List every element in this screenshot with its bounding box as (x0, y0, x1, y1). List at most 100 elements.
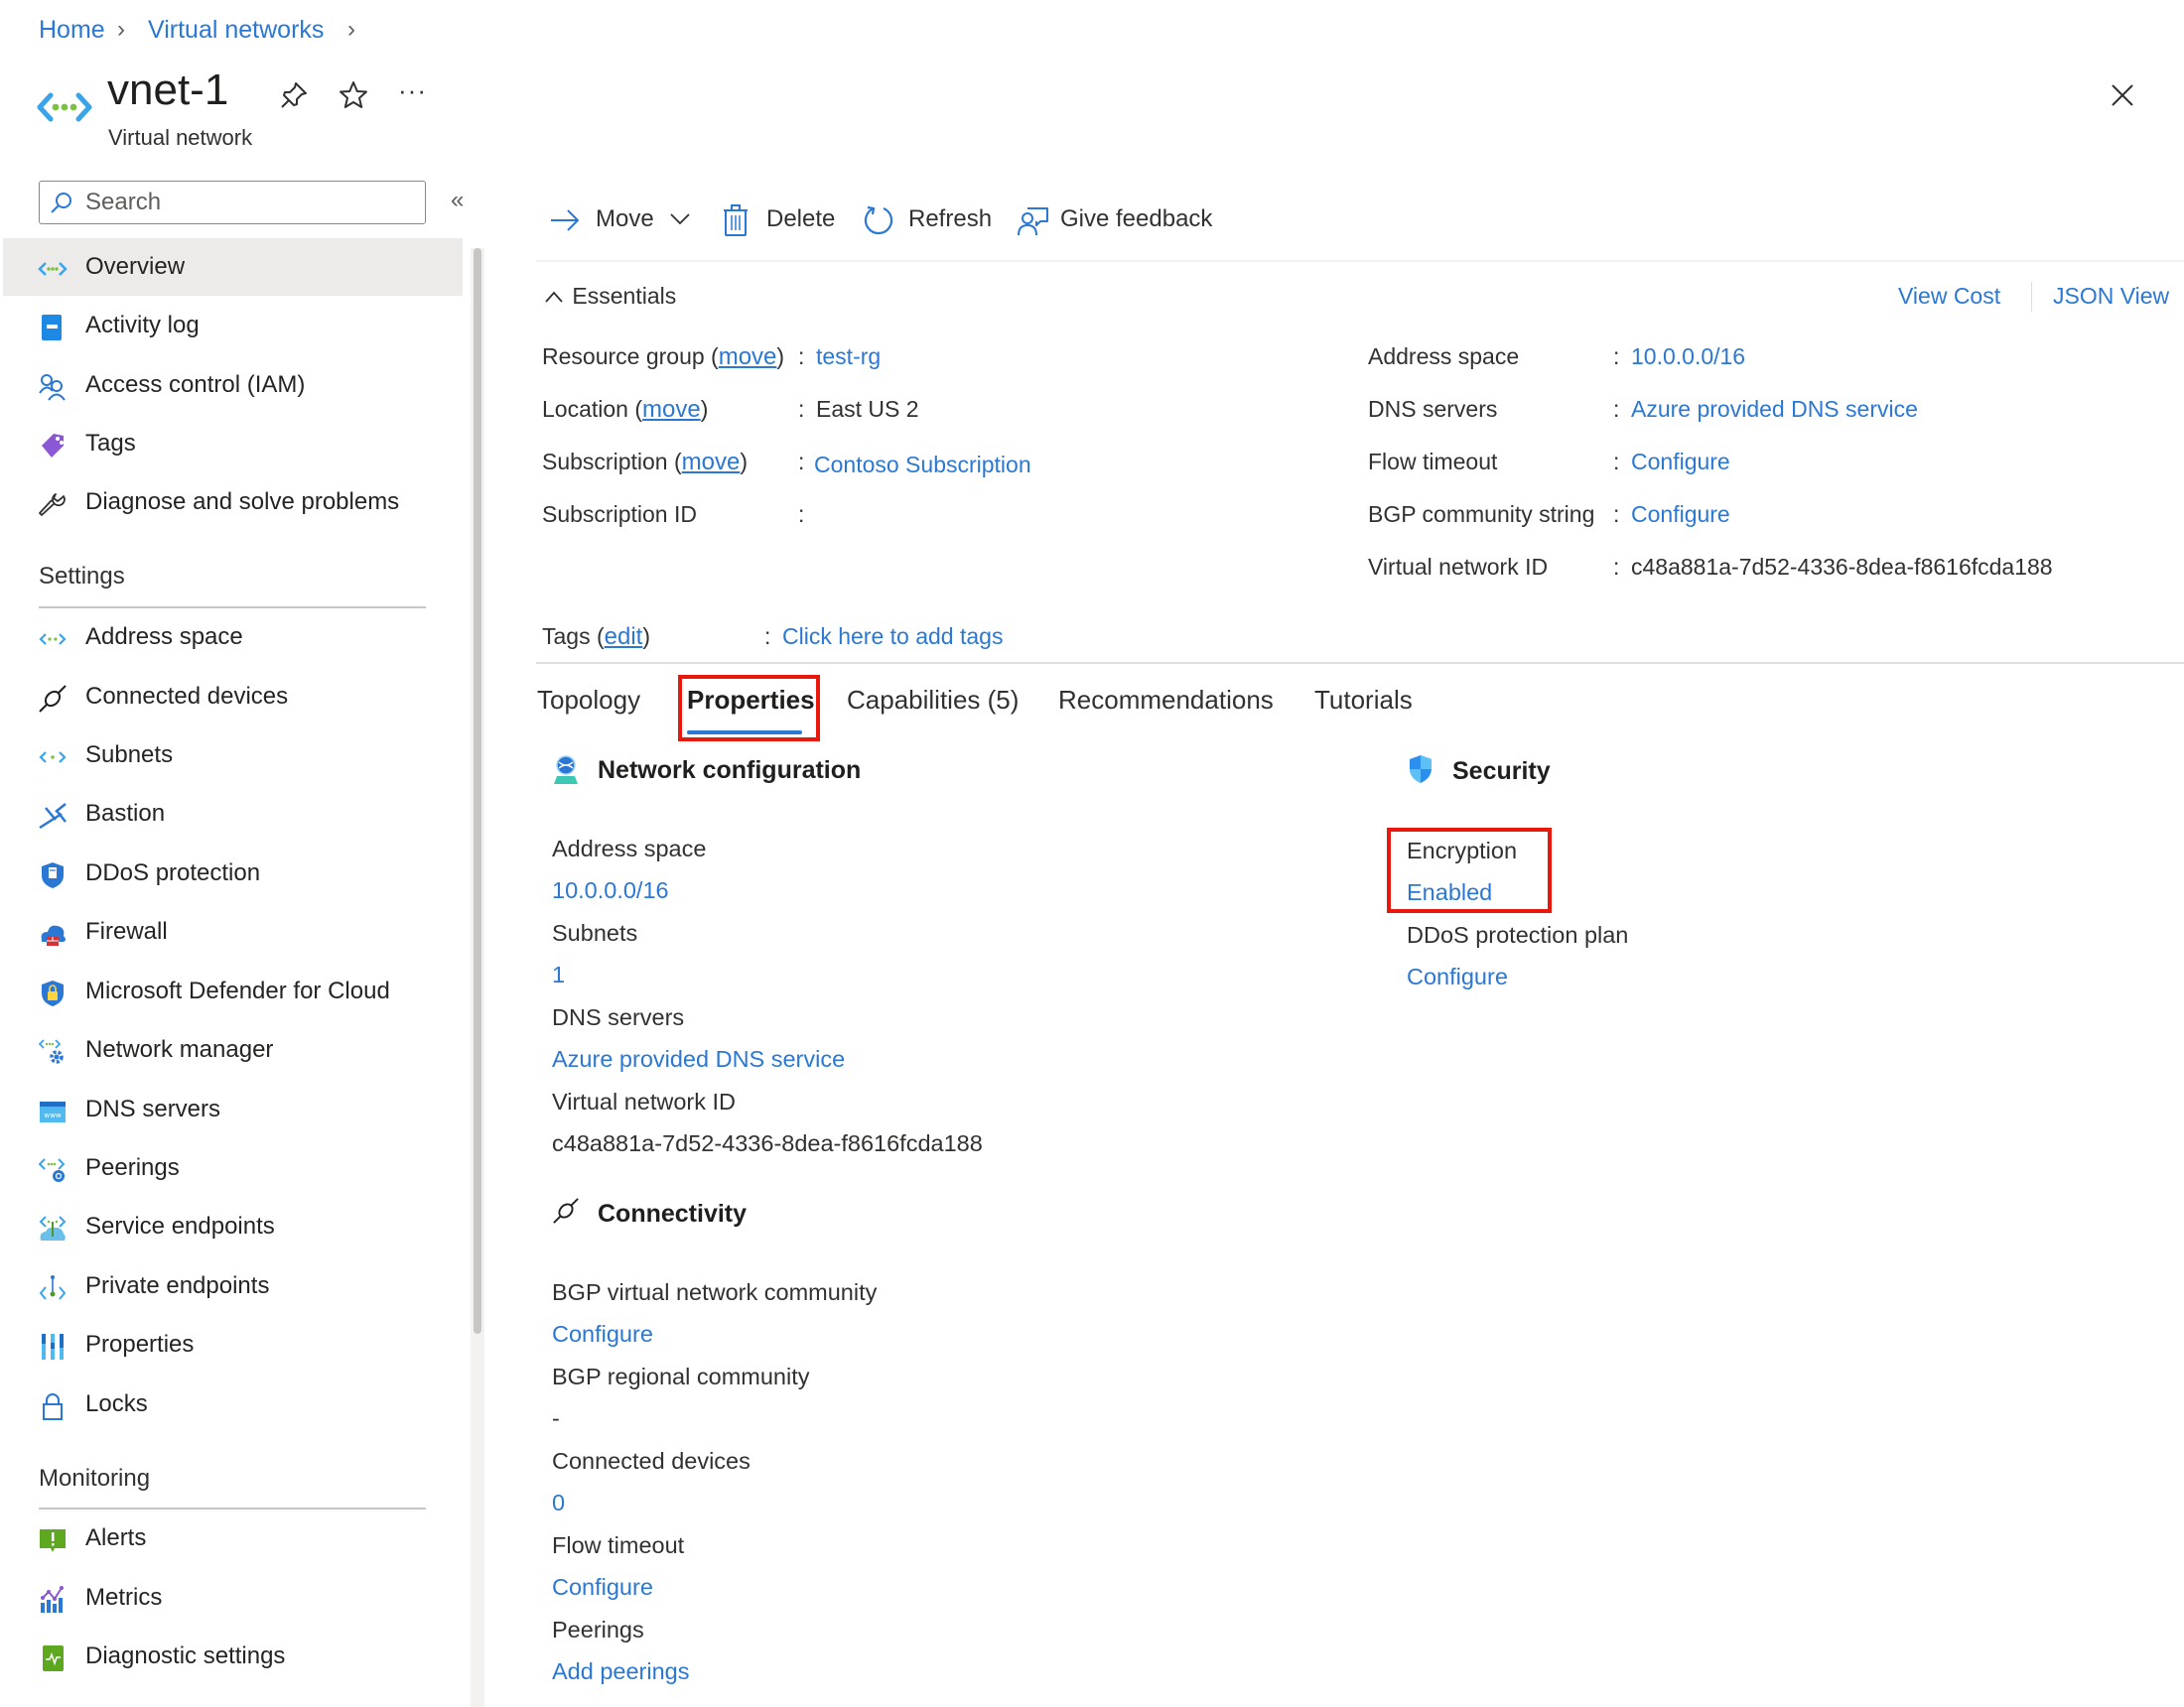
sidebar-item-properties[interactable]: Properties (3, 1319, 463, 1375)
view-cost-link[interactable]: View Cost (1898, 281, 2000, 311)
move-subscription-link[interactable]: move (682, 449, 741, 475)
prop-label: Connected devices (552, 1448, 751, 1474)
virtual-network-id-value: c48a881a-7d52-4336-8dea-f8616fcda188 (1631, 554, 2053, 580)
subscription-link[interactable]: Contoso Subscription (814, 450, 1031, 479)
connected-devices-count-link[interactable]: 0 (552, 1490, 565, 1516)
bgp-community-configure-link[interactable]: Configure (1631, 499, 1730, 529)
tab-capabilities[interactable]: Capabilities (5) (847, 685, 1019, 716)
dns-icon: www (38, 1098, 68, 1125)
network-manager-icon (38, 1038, 68, 1066)
ddos-plan-configure-link[interactable]: Configure (1407, 964, 1508, 990)
pin-icon[interactable] (278, 79, 310, 111)
sidebar-item-network-manager[interactable]: Network manager (3, 1024, 463, 1080)
dns-servers-link[interactable]: Azure provided DNS service (1631, 394, 1918, 424)
sidebar-item-address-space[interactable]: Address space (3, 611, 463, 667)
move-button[interactable]: Move (549, 202, 694, 238)
sidebar-item-label: Firewall (85, 918, 168, 945)
refresh-button[interactable]: Refresh (863, 202, 992, 238)
sidebar-item-label: Overview (85, 253, 186, 280)
sidebar-item-diagnostic-settings[interactable]: Diagnostic settings (3, 1631, 463, 1686)
sidebar-scrollbar[interactable] (471, 248, 484, 1707)
location-value: East US 2 (816, 396, 919, 422)
essentials-tags: Tags (edit) (542, 623, 651, 650)
sidebar-item-service-endpoints[interactable]: Service endpoints (3, 1201, 463, 1256)
give-feedback-button[interactable]: Give feedback (1016, 202, 1214, 238)
move-location-link[interactable]: move (642, 396, 701, 423)
sidebar-item-overview[interactable]: Overview (3, 241, 463, 297)
ddos-shield-icon (38, 861, 68, 889)
address-space-link[interactable]: 10.0.0.0/16 (1631, 341, 1745, 371)
sidebar-item-peerings[interactable]: Peerings (3, 1142, 463, 1198)
sidebar-scrollbar-thumb[interactable] (474, 248, 481, 1334)
sidebar-item-access-control[interactable]: Access control (IAM) (3, 359, 463, 415)
move-resource-group-link[interactable]: move (719, 343, 777, 370)
sidebar-item-private-endpoints[interactable]: Private endpoints (3, 1260, 463, 1316)
sidebar-item-locks[interactable]: Locks (3, 1379, 463, 1434)
sidebar-item-label: Activity log (85, 312, 200, 338)
sidebar-item-label: Peerings (85, 1154, 180, 1181)
double-chevron-left-icon[interactable]: « (451, 187, 464, 214)
tab-topology[interactable]: Topology (537, 685, 640, 716)
bgp-vnet-community-configure-link[interactable]: Configure (552, 1321, 653, 1348)
sidebar-item-connected-devices[interactable]: Connected devices (3, 671, 463, 726)
tab-recommendations[interactable]: Recommendations (1058, 685, 1274, 716)
tab-tutorials[interactable]: Tutorials (1314, 685, 1413, 716)
delete-button[interactable]: Delete (721, 202, 840, 238)
add-tags-link[interactable]: Click here to add tags (782, 621, 1003, 651)
chevron-up-icon (544, 283, 566, 310)
encryption-enabled-link[interactable]: Enabled (1407, 879, 1492, 906)
plug-icon (552, 1197, 580, 1225)
resource-group-link[interactable]: test-rg (816, 341, 881, 371)
ellipsis-icon[interactable]: ··· (398, 75, 427, 106)
people-icon (38, 373, 68, 401)
divider (536, 662, 2184, 664)
essentials-toggle[interactable]: Essentials (544, 283, 676, 310)
sidebar-search-input[interactable]: Search (39, 181, 426, 224)
breadcrumb-home[interactable]: Home (39, 16, 105, 45)
flow-timeout-configure-link[interactable]: Configure (1631, 447, 1730, 476)
subnets-count-link[interactable]: 1 (552, 962, 565, 988)
close-icon[interactable] (2107, 79, 2138, 111)
sidebar-item-firewall[interactable]: Firewall (3, 906, 463, 962)
sidebar-item-tags[interactable]: Tags (3, 418, 463, 473)
sidebar-item-ddos-protection[interactable]: DDoS protection (3, 848, 463, 903)
prop-label: DDoS protection plan (1407, 922, 1629, 948)
tag-icon (38, 432, 68, 460)
security-shield-icon (1408, 754, 1433, 784)
sidebar-item-label: Service endpoints (85, 1213, 275, 1240)
sidebar-item-diagnose[interactable]: Diagnose and solve problems (3, 476, 463, 532)
virtual-network-id-label: Virtual network ID (1368, 554, 1549, 580)
edit-tags-link[interactable]: edit (605, 623, 643, 650)
flow-timeout-prop-configure-link[interactable]: Configure (552, 1574, 653, 1601)
give-feedback-label: Give feedback (1060, 205, 1213, 232)
address-space-value-link[interactable]: 10.0.0.0/16 (552, 877, 669, 904)
sidebar-group-settings: Settings (39, 563, 125, 590)
activity-log-icon (38, 314, 68, 341)
sidebar-item-defender[interactable]: Microsoft Defender for Cloud (3, 966, 463, 1021)
sidebar-item-metrics[interactable]: Metrics (3, 1572, 463, 1628)
star-icon[interactable] (338, 79, 369, 111)
address-space-label: Address space (1368, 343, 1520, 369)
json-view-link[interactable]: JSON View (2053, 281, 2169, 311)
dns-servers-label: DNS servers (1368, 396, 1498, 422)
sidebar-item-activity-log[interactable]: Activity log (3, 300, 463, 355)
sidebar-item-label: Subnets (85, 741, 174, 768)
prop-label: BGP regional community (552, 1364, 810, 1389)
sidebar-item-dns-servers[interactable]: www DNS servers (3, 1084, 463, 1139)
sidebar-item-label: Metrics (85, 1584, 163, 1611)
breadcrumb-virtual-networks[interactable]: Virtual networks (148, 16, 324, 45)
security-heading: Security (1452, 757, 1551, 785)
service-endpoints-icon (38, 1215, 68, 1243)
divider (39, 1508, 426, 1510)
sidebar-item-alerts[interactable]: Alerts (3, 1512, 463, 1568)
flow-timeout-label: Flow timeout (1368, 449, 1498, 474)
sidebar-item-label: DDoS protection (85, 859, 261, 886)
move-label: Move (596, 205, 654, 232)
sidebar-item-label: Locks (85, 1390, 148, 1417)
dns-servers-value-link[interactable]: Azure provided DNS service (552, 1046, 845, 1073)
sidebar-item-subnets[interactable]: Subnets (3, 729, 463, 785)
sidebar-item-label: Access control (IAM) (85, 371, 306, 398)
sidebar-item-label: Properties (85, 1331, 195, 1358)
sidebar-item-bastion[interactable]: Bastion (3, 788, 463, 844)
add-peerings-link[interactable]: Add peerings (552, 1658, 690, 1685)
